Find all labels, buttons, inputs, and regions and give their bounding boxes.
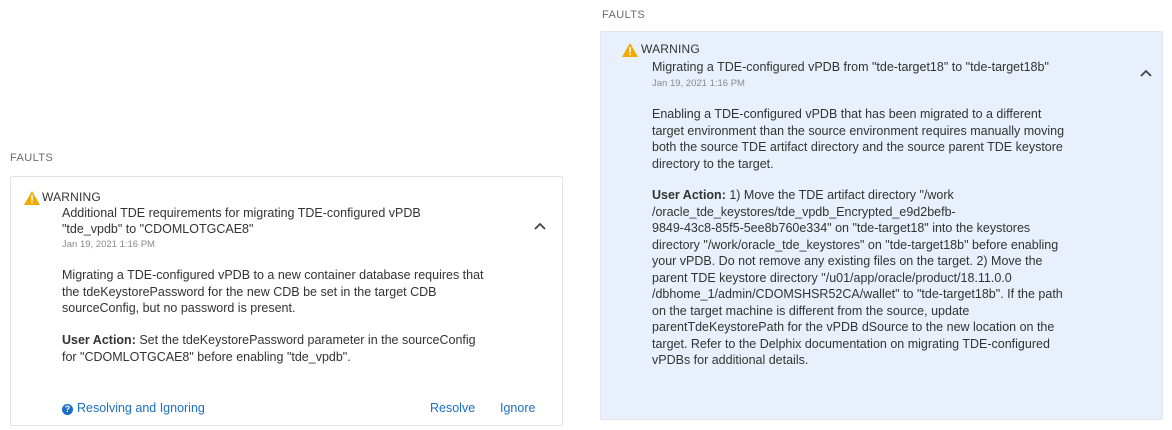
faults-section-title: FAULTS — [602, 9, 646, 21]
user-action-text: vPDBs for additional details. — [652, 353, 809, 367]
user-action-text: 9849-43c8-85f5-5ee8b760e334" on "tde-tar… — [652, 221, 1031, 235]
severity-label: WARNING — [42, 190, 101, 204]
fault-title: Migrating a TDE-configured vPDB from "td… — [652, 60, 1049, 74]
fault-title-line: Additional TDE requirements for migratin… — [62, 206, 421, 220]
user-action: User Action: Set the tdeKeystorePassword… — [62, 332, 476, 365]
description-line: directory to the target. — [652, 156, 774, 171]
help-circle-icon: ? — [62, 404, 73, 415]
chevron-up-icon[interactable] — [534, 222, 546, 230]
fault-description: Migrating a TDE-configured vPDB to a new… — [62, 267, 484, 317]
user-action-text: 1) Move the TDE artifact directory "/wor… — [729, 188, 954, 202]
user-action-text: target. Refer to the Delphix documentati… — [652, 336, 1050, 351]
fault-date: Jan 19, 2021 1:16 PM — [62, 239, 155, 250]
description-line: target environment than the source envir… — [652, 123, 1065, 138]
resolve-button[interactable]: Resolve — [430, 401, 475, 415]
description-line: the tdeKeystorePassword for the new CDB … — [62, 284, 437, 299]
user-action-text: Set the tdeKeystorePassword parameter in… — [139, 333, 476, 347]
severity-label: WARNING — [641, 42, 700, 56]
fault-card-selected[interactable]: WARNING Migrating a TDE-configured vPDB … — [600, 31, 1163, 420]
user-action-text: your vPDB. Do not remove any existing fi… — [652, 254, 1043, 268]
faults-section-title: FAULTS — [10, 152, 54, 164]
user-action: User Action: 1) Move the TDE artifact di… — [652, 187, 1063, 369]
description-line: Enabling a TDE-configured vPDB that has … — [652, 107, 1042, 121]
user-action-label: User Action: — [62, 333, 136, 347]
user-action-text: parent TDE keystore directory "/u01/app/… — [652, 270, 1012, 285]
user-action-text: /dbhome_1/admin/CDOMSHSR52CA/wallet" to … — [652, 287, 1063, 301]
help-link-label: Resolving and Ignoring — [77, 401, 205, 415]
user-action-label: User Action: — [652, 188, 726, 202]
user-action-text: for "CDOMLOTGCAE8" before enabling "tde_… — [62, 349, 351, 364]
fault-title-line: "tde_vpdb" to "CDOMLOTGCAE8" — [62, 222, 254, 236]
warning-triangle-icon — [24, 191, 40, 205]
warning-triangle-icon — [622, 43, 638, 57]
ignore-button[interactable]: Ignore — [500, 401, 535, 415]
user-action-text: directory "/work/oracle_tde_keystores" o… — [652, 237, 1059, 252]
user-action-text: parentTdeKeystorePath for the vPDB dSour… — [652, 320, 1055, 334]
description-line: Migrating a TDE-configured vPDB to a new… — [62, 268, 484, 282]
user-action-text: /oracle_tde_keystores/tde_vpdb_Encrypted… — [652, 204, 956, 219]
fault-description: Enabling a TDE-configured vPDB that has … — [652, 106, 1064, 172]
description-line: sourceConfig, but no password is present… — [62, 301, 296, 315]
user-action-text: on the target machine is different from … — [652, 303, 970, 318]
fault-date: Jan 19, 2021 1:16 PM — [652, 78, 745, 89]
resolving-and-ignoring-link[interactable]: ? Resolving and Ignoring — [62, 401, 205, 415]
chevron-up-icon[interactable] — [1140, 69, 1152, 77]
description-line: both the source TDE artifact directory a… — [652, 140, 1063, 154]
fault-title: Additional TDE requirements for migratin… — [62, 205, 421, 237]
help-link-row: ? Resolving and Ignoring — [62, 401, 205, 415]
fault-card[interactable]: WARNING Additional TDE requirements for … — [10, 176, 563, 426]
